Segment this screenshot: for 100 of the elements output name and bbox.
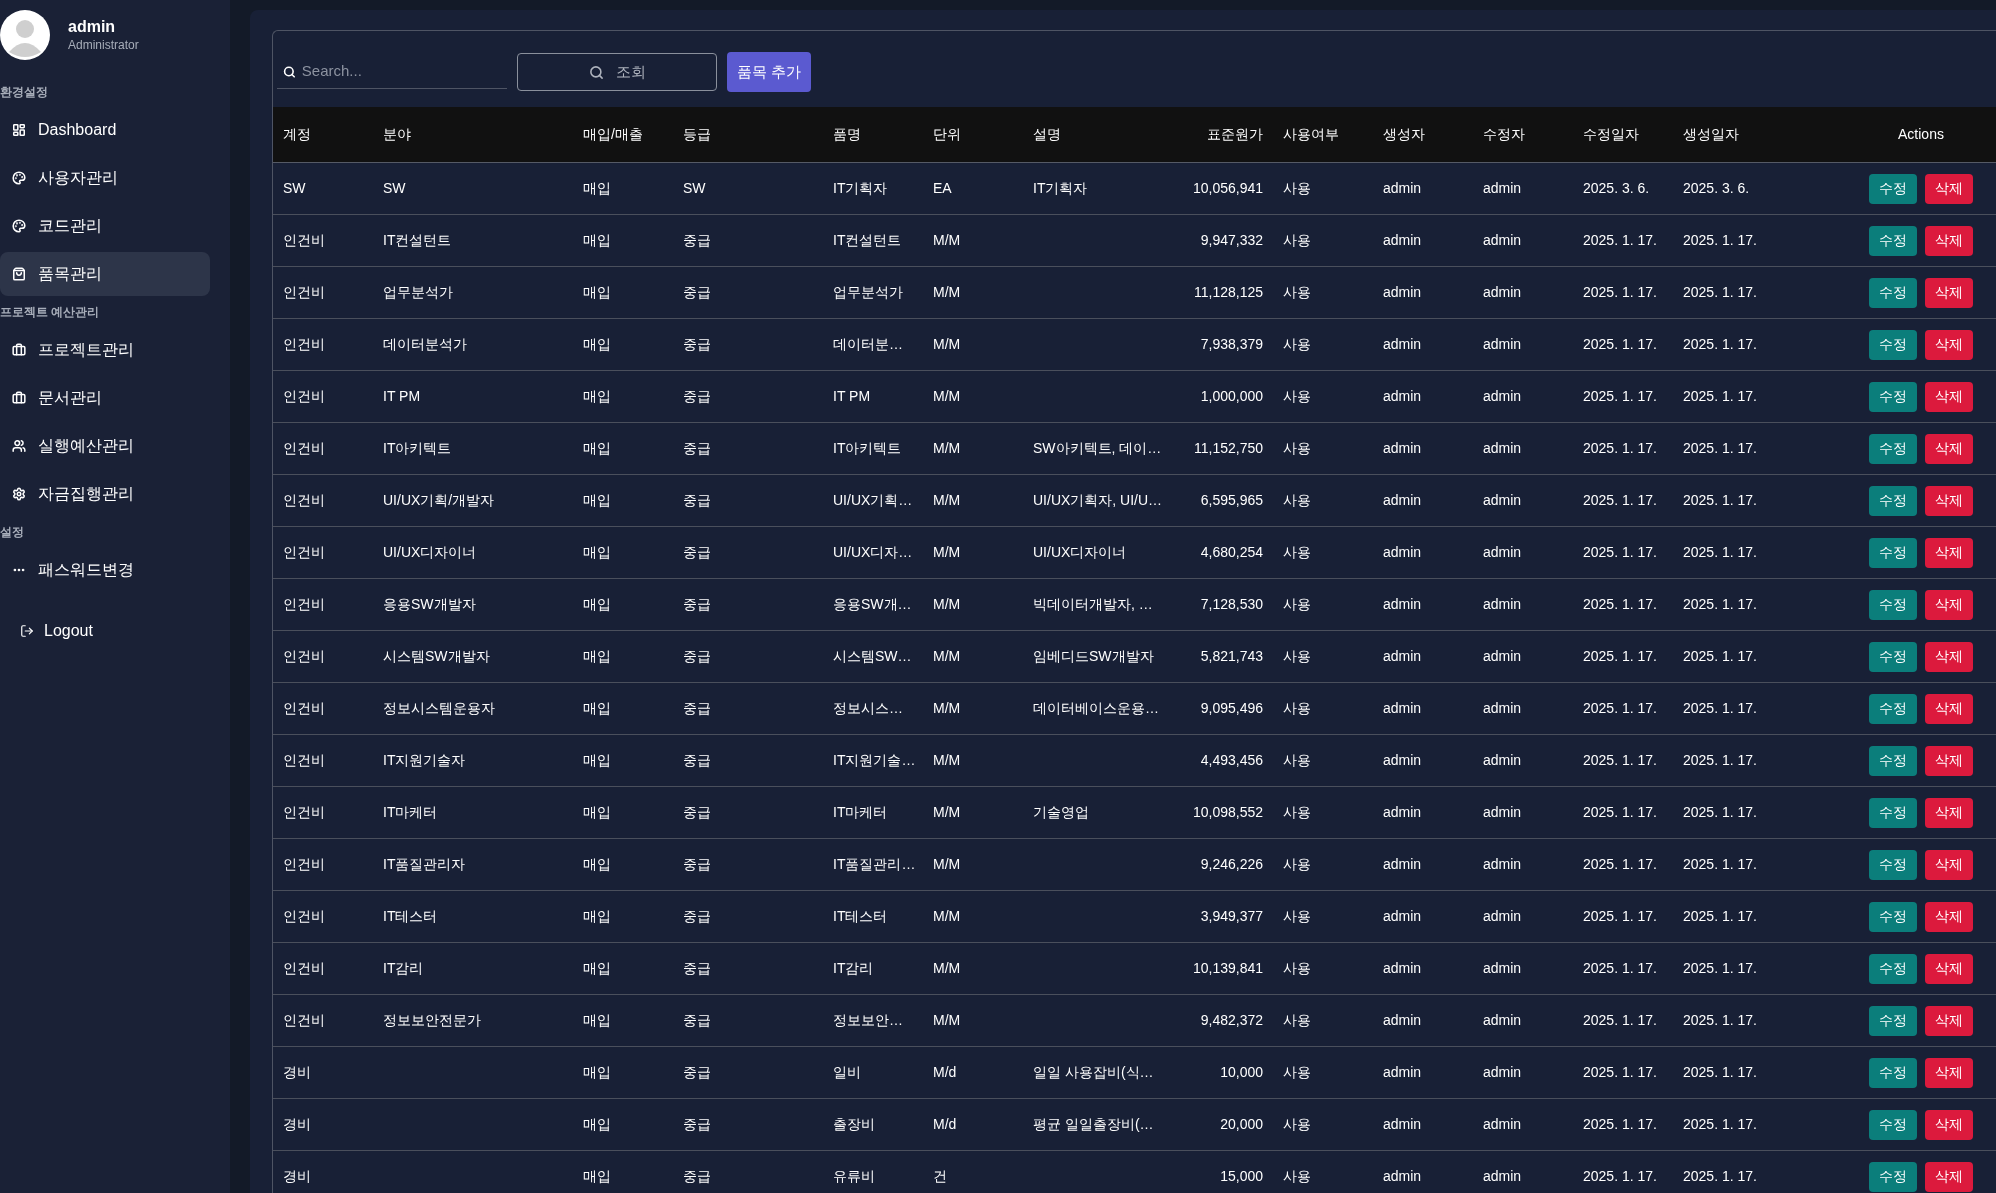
delete-button[interactable]: 삭제 xyxy=(1925,485,1973,516)
edit-button[interactable]: 수정 xyxy=(1869,1109,1917,1140)
table-cell: 인건비 xyxy=(283,284,325,300)
table-cell: admin xyxy=(1483,752,1522,768)
table-cell: 인건비 xyxy=(283,336,325,352)
logout-button[interactable]: Logout xyxy=(20,616,110,646)
table-cell: SW xyxy=(383,180,406,196)
edit-button[interactable]: 수정 xyxy=(1869,173,1917,204)
nav-item[interactable]: 품목관리 xyxy=(0,252,210,296)
table-cell: 중급 xyxy=(683,232,711,248)
delete-button[interactable]: 삭제 xyxy=(1925,693,1973,724)
delete-button[interactable]: 삭제 xyxy=(1925,537,1973,568)
delete-button[interactable]: 삭제 xyxy=(1925,953,1973,984)
table-cell: 11,152,750 xyxy=(1193,440,1263,456)
delete-button[interactable]: 삭제 xyxy=(1925,797,1973,828)
edit-button[interactable]: 수정 xyxy=(1869,329,1917,360)
edit-button[interactable]: 수정 xyxy=(1869,381,1917,412)
nav-item[interactable]: 문서관리 xyxy=(0,376,210,420)
table-cell: 2025. 1. 17. xyxy=(1683,232,1757,248)
edit-button[interactable]: 수정 xyxy=(1869,1057,1917,1088)
delete-button[interactable]: 삭제 xyxy=(1925,1005,1973,1036)
edit-button[interactable]: 수정 xyxy=(1869,485,1917,516)
table-cell: 사용 xyxy=(1283,960,1311,976)
delete-button[interactable]: 삭제 xyxy=(1925,589,1973,620)
table-cell: 2025. 1. 17. xyxy=(1583,752,1657,768)
search-field[interactable]: Search... xyxy=(301,60,501,83)
table-cell: 데이터분석가 xyxy=(383,336,467,352)
delete-button[interactable]: 삭제 xyxy=(1925,277,1973,308)
query-button[interactable]: 조회 xyxy=(517,53,717,91)
table-cell: 2025. 1. 17. xyxy=(1683,440,1757,456)
table-cell: 2025. 1. 17. xyxy=(1583,544,1657,560)
table-cell: 5,821,743 xyxy=(1200,648,1263,664)
delete-button[interactable]: 삭제 xyxy=(1925,381,1973,412)
table-cell: 인건비 xyxy=(283,596,325,612)
table-cell: 매입 xyxy=(583,700,611,716)
table-cell: 중급 xyxy=(683,1168,711,1184)
delete-button[interactable]: 삭제 xyxy=(1925,901,1973,932)
table-cell: 중급 xyxy=(683,596,711,612)
edit-button[interactable]: 수정 xyxy=(1869,641,1917,672)
edit-button[interactable]: 수정 xyxy=(1869,745,1917,776)
table-cell: 2025. 1. 17. xyxy=(1583,1168,1657,1184)
table-cell: 매입 xyxy=(583,336,611,352)
table-cell: admin xyxy=(1483,492,1522,508)
edit-button[interactable]: 수정 xyxy=(1869,277,1917,308)
table-cell: IT PM xyxy=(383,388,421,404)
table-cell: 중급 xyxy=(683,284,711,300)
table-cell: 사용 xyxy=(1283,388,1311,404)
edit-button[interactable]: 수정 xyxy=(1869,849,1917,880)
table-cell: M/M xyxy=(933,284,961,300)
table-cell: 중급 xyxy=(683,492,711,508)
edit-button[interactable]: 수정 xyxy=(1869,433,1917,464)
table-cell: IT컨설턴트 xyxy=(383,232,452,248)
edit-button[interactable]: 수정 xyxy=(1869,225,1917,256)
delete-button[interactable]: 삭제 xyxy=(1925,173,1973,204)
table-cell: IT지원기술자 xyxy=(383,752,466,768)
table-cell: admin xyxy=(1483,804,1522,820)
table-cell: M/M xyxy=(933,232,961,248)
table-cell: 2025. 3. 6. xyxy=(1583,180,1650,196)
nav-item[interactable]: 실행예산관리 xyxy=(0,424,210,468)
table-cell: 7,128,530 xyxy=(1200,596,1263,612)
table-cell: 중급 xyxy=(683,388,711,404)
table-cell: 중급 xyxy=(683,752,711,768)
table-cell: UI/UX기획/개발자 xyxy=(383,492,495,508)
edit-button[interactable]: 수정 xyxy=(1869,953,1917,984)
table-cell: 건 xyxy=(933,1168,947,1184)
table-cell: admin xyxy=(1383,1168,1422,1184)
edit-button[interactable]: 수정 xyxy=(1869,589,1917,620)
delete-button[interactable]: 삭제 xyxy=(1925,329,1973,360)
delete-button[interactable]: 삭제 xyxy=(1925,1057,1973,1088)
table-cell: admin xyxy=(1383,856,1422,872)
delete-button[interactable]: 삭제 xyxy=(1925,745,1973,776)
column-header: 사용여부 xyxy=(1282,125,1340,144)
delete-button[interactable]: 삭제 xyxy=(1925,849,1973,880)
nav-item[interactable]: 자금집행관리 xyxy=(0,472,210,516)
table-cell: 2025. 1. 17. xyxy=(1583,960,1657,976)
delete-button[interactable]: 삭제 xyxy=(1925,1161,1973,1192)
nav-item[interactable]: 패스워드변경 xyxy=(0,548,210,592)
nav-item[interactable]: 코드관리 xyxy=(0,204,210,248)
table-cell: 매입 xyxy=(583,648,611,664)
edit-button[interactable]: 수정 xyxy=(1869,537,1917,568)
edit-button[interactable]: 수정 xyxy=(1869,693,1917,724)
edit-button[interactable]: 수정 xyxy=(1869,1161,1917,1192)
add-item-button[interactable]: 품목 추가 xyxy=(727,52,812,92)
column-header: 설명 xyxy=(1032,125,1062,144)
nav-item[interactable]: Dashboard xyxy=(0,108,210,152)
nav-item[interactable]: 프로젝트관리 xyxy=(0,328,210,372)
edit-button[interactable]: 수정 xyxy=(1869,901,1917,932)
delete-button[interactable]: 삭제 xyxy=(1925,433,1973,464)
edit-button[interactable]: 수정 xyxy=(1869,1005,1917,1036)
delete-button[interactable]: 삭제 xyxy=(1925,225,1973,256)
table-cell: 매입 xyxy=(583,232,611,248)
table-cell: 매입 xyxy=(583,440,611,456)
table-cell: M/M xyxy=(933,388,961,404)
table-cell: admin xyxy=(1383,804,1422,820)
delete-button[interactable]: 삭제 xyxy=(1925,641,1973,672)
nav-item[interactable]: 사용자관리 xyxy=(0,156,210,200)
delete-button[interactable]: 삭제 xyxy=(1925,1109,1973,1140)
table-cell: IT감리 xyxy=(383,960,424,976)
edit-button[interactable]: 수정 xyxy=(1869,797,1917,828)
table-cell: 사용 xyxy=(1283,1012,1311,1028)
